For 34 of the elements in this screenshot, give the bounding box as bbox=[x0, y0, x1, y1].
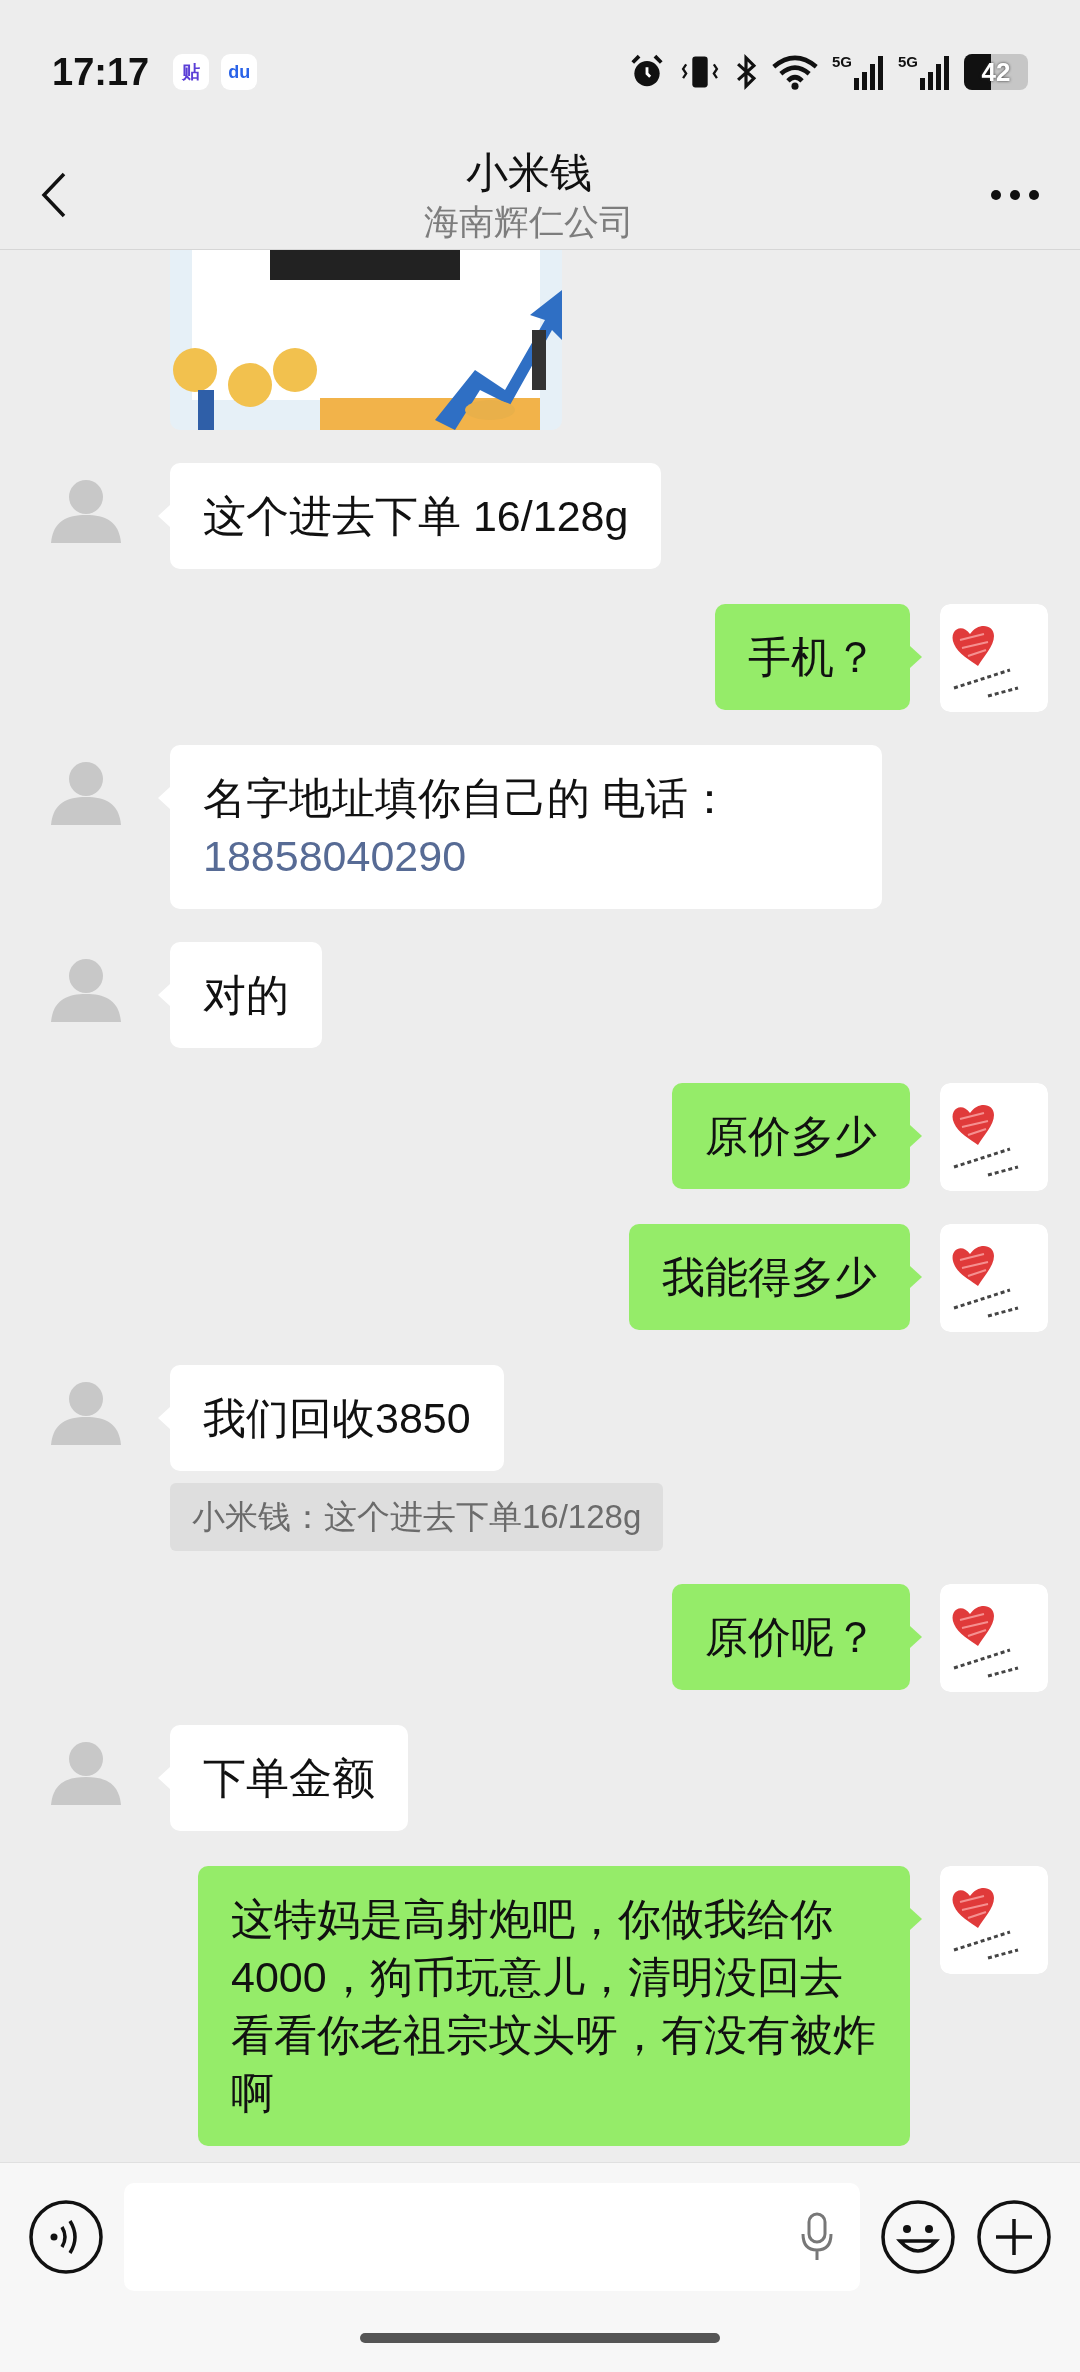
message-bubble[interactable]: 这个进去下单 16/128g bbox=[170, 463, 662, 569]
signal-icon bbox=[854, 54, 884, 90]
wifi-icon bbox=[771, 54, 818, 90]
voice-icon[interactable] bbox=[28, 2199, 104, 2275]
message-bubble[interactable]: 这特妈是高射炮吧，你做我给你4000，狗币玩意儿，清明没回去看看你老祖宗坟头呀，有没有被炸啊 bbox=[198, 1866, 910, 2146]
bubble-tail-icon bbox=[910, 1626, 922, 1648]
bubble-tail-icon bbox=[910, 1125, 922, 1147]
paw-app-icon: du bbox=[221, 54, 258, 90]
chat-subtitle: 海南辉仁公司 bbox=[424, 200, 634, 243]
bubble-tail-icon bbox=[910, 646, 922, 668]
more-icon[interactable] bbox=[990, 188, 1040, 201]
message-bubble[interactable]: 对的 bbox=[170, 942, 322, 1048]
microphone-icon[interactable] bbox=[800, 2212, 834, 2262]
status-time: 17:17 bbox=[52, 49, 150, 95]
emoji-icon[interactable] bbox=[880, 2199, 956, 2275]
phone-link[interactable]: 18858040290 bbox=[203, 832, 467, 880]
signal-icon bbox=[920, 54, 950, 90]
message-input[interactable] bbox=[124, 2183, 860, 2291]
quoted-message[interactable]: 小米钱：这个进去下单16/128g bbox=[170, 1483, 664, 1551]
plus-icon[interactable] bbox=[976, 2199, 1052, 2275]
bubble-tail-icon bbox=[910, 1266, 922, 1288]
forum-app-icon: 贴 bbox=[173, 54, 210, 90]
message-bubble[interactable]: 名字地址填你自己的 电话： 18858040290 bbox=[170, 745, 882, 909]
bubble-tail-icon bbox=[910, 1908, 922, 1930]
message-bubble[interactable]: 下单金额 bbox=[170, 1725, 408, 1831]
message-bubble[interactable]: 原价多少 bbox=[672, 1083, 910, 1189]
message-bubble[interactable]: 原价呢？ bbox=[672, 1584, 910, 1690]
message-bubble[interactable]: 我能得多少 bbox=[629, 1224, 910, 1330]
chat-title: 小米钱 bbox=[466, 147, 592, 198]
network-label: 5G bbox=[831, 54, 852, 69]
back-icon[interactable] bbox=[40, 171, 68, 218]
message-bubble[interactable]: 手机？ bbox=[715, 604, 910, 710]
message-bubble[interactable]: 我们回收3850 bbox=[170, 1365, 504, 1471]
network-label: 5G bbox=[898, 54, 918, 69]
